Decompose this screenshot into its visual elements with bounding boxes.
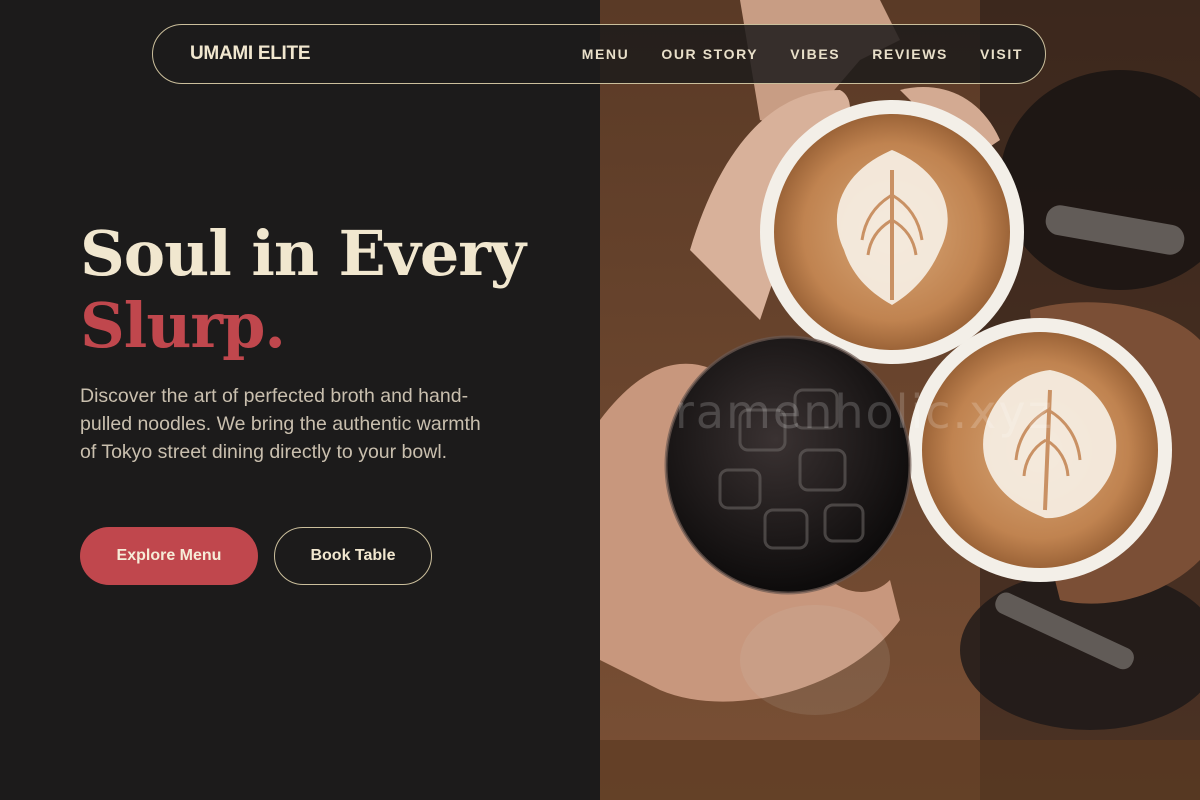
nav-link-reviews[interactable]: REVIEWS xyxy=(872,46,948,62)
nav-link-our-story[interactable]: OUR STORY xyxy=(661,46,758,62)
nav-link-visit[interactable]: VISIT xyxy=(980,46,1023,62)
top-navigation: UMAMI ELITE MENU OUR STORY VIBES REVIEWS… xyxy=(152,24,1046,84)
hero-title-line1: Soul in Every xyxy=(80,217,526,290)
nav-link-vibes[interactable]: VIBES xyxy=(790,46,840,62)
watermark-text: ramenholic.xyz xyxy=(675,385,1054,439)
book-table-button[interactable]: Book Table xyxy=(274,527,432,585)
hero-title: Soul in Every Slurp. xyxy=(80,217,526,362)
nav-link-menu[interactable]: MENU xyxy=(582,46,630,62)
hero-photo: ramenholic.xyz xyxy=(600,0,1200,800)
hero-description: Discover the art of perfected broth and … xyxy=(80,385,481,463)
brand-logo[interactable]: UMAMI ELITE xyxy=(190,43,311,65)
explore-menu-button[interactable]: Explore Menu xyxy=(80,527,258,585)
hero-title-line2: Slurp. xyxy=(80,289,286,362)
nav-links: MENU OUR STORY VIBES REVIEWS VISIT xyxy=(550,25,1023,83)
